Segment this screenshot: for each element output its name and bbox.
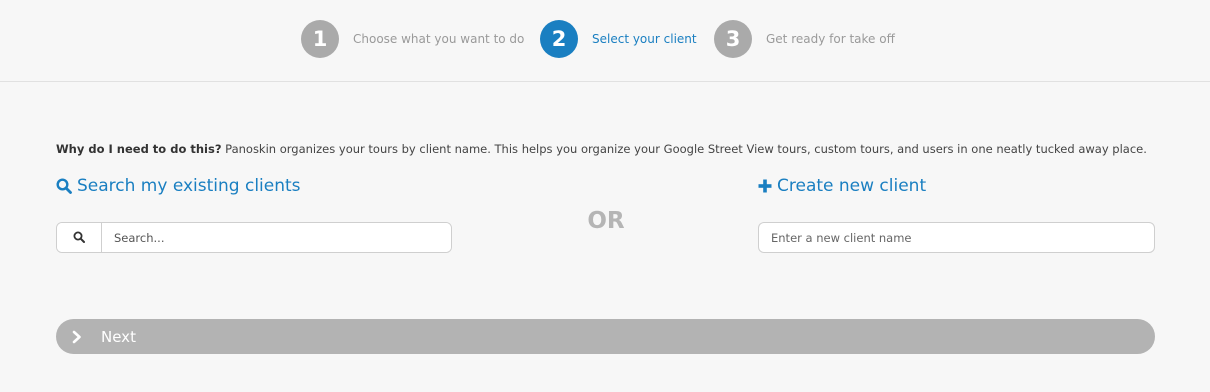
step-number-badge: 1 <box>301 20 339 58</box>
search-button[interactable] <box>57 223 102 252</box>
search-icon <box>56 178 72 194</box>
next-label: Next <box>101 327 136 346</box>
step-get-ready: 3 Get ready for take off <box>714 20 895 58</box>
chevron-right-icon <box>72 330 84 344</box>
step-number-badge: 3 <box>714 20 752 58</box>
search-clients-heading: Search my existing clients <box>56 176 301 196</box>
search-clients-title: Search my existing clients <box>77 176 301 196</box>
step-label: Choose what you want to do <box>353 32 525 46</box>
step-select-client: 2 Select your client <box>540 20 697 58</box>
info-question: Why do I need to do this? <box>56 142 222 156</box>
step-label: Get ready for take off <box>766 32 895 46</box>
info-text: Why do I need to do this? Panoskin organ… <box>56 142 1147 156</box>
create-client-title: Create new client <box>777 176 927 196</box>
step-label: Select your client <box>592 32 697 46</box>
or-divider: OR <box>587 208 625 234</box>
step-choose-action: 1 Choose what you want to do <box>301 20 524 58</box>
client-search-input[interactable] <box>102 223 451 252</box>
plus-icon <box>758 179 772 193</box>
new-client-name-input[interactable] <box>758 222 1155 253</box>
wizard-stepper: 1 Choose what you want to do 2 Select yo… <box>0 0 1210 82</box>
create-client-heading: Create new client <box>758 176 926 196</box>
client-search-group <box>56 222 452 253</box>
next-button[interactable]: Next <box>56 319 1155 354</box>
step-number-badge: 2 <box>540 20 578 58</box>
search-icon <box>73 228 85 247</box>
info-explanation: Panoskin organizes your tours by client … <box>221 142 1147 156</box>
